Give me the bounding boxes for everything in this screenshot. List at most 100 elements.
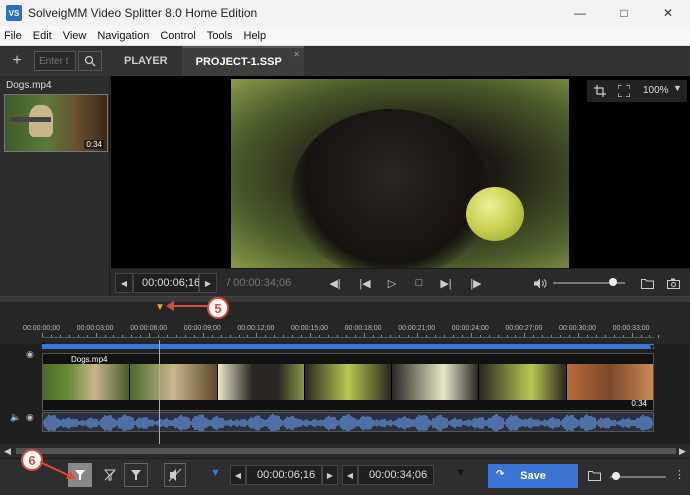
prev-frame-button[interactable]: |◀ bbox=[356, 275, 374, 291]
media-file-name: Dogs.mp4 bbox=[6, 80, 52, 91]
timeline-tracks: ▼ ▼ ◉ Dogs.mp4 0:34 🔈 ◉ ◀ ▶ bbox=[0, 340, 690, 458]
selection-end-marker-icon[interactable]: ▼ bbox=[648, 343, 656, 352]
remove-marker-button[interactable] bbox=[98, 463, 122, 487]
title-bar: VS SolveigMM Video Splitter 8.0 Home Edi… bbox=[0, 0, 690, 26]
more-options-icon[interactable]: ⋮ bbox=[674, 468, 685, 481]
video-frame[interactable] bbox=[231, 79, 569, 268]
audio-track-speaker-icon[interactable]: 🔈 bbox=[10, 412, 21, 423]
time-next-button[interactable]: ▶ bbox=[199, 273, 217, 293]
play-button[interactable]: ▷ bbox=[383, 275, 401, 291]
triangle-left-icon: ◀ bbox=[120, 278, 128, 288]
thumb-1 bbox=[43, 364, 131, 400]
marker-options-button[interactable] bbox=[124, 463, 148, 487]
timeline-hscroll[interactable]: ◀ ▶ bbox=[0, 444, 690, 458]
next-frame-button[interactable]: ▶| bbox=[437, 275, 455, 291]
save-button[interactable]: ↷ Save bbox=[488, 464, 578, 488]
next-keyframe-button[interactable]: |▶ bbox=[467, 275, 485, 291]
player-controls: ◀ 00:00:06;16 ▶ / 00:00:34;06 ◀| |◀ ▷ □ … bbox=[111, 268, 690, 296]
scroll-left-icon[interactable]: ◀ bbox=[4, 446, 11, 457]
close-button[interactable]: ✕ bbox=[646, 0, 690, 26]
tab-project[interactable]: PROJECT-1.SSP ✕ bbox=[181, 46, 304, 76]
search-input[interactable] bbox=[34, 51, 76, 71]
marker-options-icon bbox=[131, 470, 141, 480]
start-marker-icon: ▼ bbox=[210, 467, 221, 479]
annotation-badge-5: 5 bbox=[207, 297, 229, 319]
fullscreen-icon bbox=[618, 85, 630, 97]
ruler-tick-label: 00:00:24;00 bbox=[451, 325, 489, 332]
volume-button[interactable] bbox=[531, 275, 549, 291]
menu-control[interactable]: Control bbox=[160, 30, 195, 42]
tab-player[interactable]: PLAYER bbox=[110, 46, 182, 76]
ruler-tick-label: 00:00:03;00 bbox=[76, 325, 114, 332]
selection-range-bar[interactable] bbox=[42, 344, 654, 349]
next-keyframe-icon: |▶ bbox=[470, 277, 482, 290]
video-track[interactable]: Dogs.mp4 0:34 bbox=[42, 353, 654, 411]
close-tab-icon[interactable]: ✕ bbox=[293, 50, 300, 59]
timeline-ruler[interactable]: 00:00:00;00 00:00:03;00 00:00:06;00 00:00:0… bbox=[0, 296, 690, 348]
time-prev-button[interactable]: ◀ bbox=[115, 273, 133, 293]
hscroll-thumb[interactable] bbox=[16, 448, 676, 454]
bottom-toolbar: ▼ ◀ 00:00:06;16 ▶ ◀ 00:00:34;06 ▼ ↷ Save… bbox=[0, 458, 690, 495]
ruler-tick-mark bbox=[658, 335, 660, 338]
camera-icon bbox=[666, 278, 680, 289]
window-title: SolveigMM Video Splitter 8.0 Home Editio… bbox=[28, 6, 258, 20]
prev-keyframe-button[interactable]: ◀| bbox=[326, 275, 344, 291]
video-track-eye-icon[interactable]: ◉ bbox=[26, 349, 34, 360]
save-label: Save bbox=[520, 470, 546, 482]
menu-tools[interactable]: Tools bbox=[207, 30, 233, 42]
media-panel: Dogs.mp4 0:34 bbox=[0, 76, 110, 296]
end-time-display[interactable]: 00:00:34;06 bbox=[358, 465, 434, 485]
ruler-tick-label: 00:00:33;00 bbox=[612, 325, 650, 332]
audio-track-eye-icon[interactable]: ◉ bbox=[26, 412, 34, 423]
minimize-button[interactable]: — bbox=[558, 0, 602, 26]
media-thumbnail[interactable]: 0:34 bbox=[4, 94, 108, 152]
ruler-tick-label: 00:00:00;00 bbox=[23, 325, 60, 332]
start-time-display[interactable]: 00:00:06;16 bbox=[246, 465, 322, 485]
menu-edit[interactable]: Edit bbox=[33, 30, 52, 42]
volume-thumb[interactable] bbox=[609, 278, 618, 286]
stop-button[interactable]: □ bbox=[410, 275, 428, 291]
start-time-next-button[interactable]: ▶ bbox=[322, 465, 338, 485]
fullscreen-button[interactable] bbox=[613, 82, 635, 100]
add-file-button[interactable]: + bbox=[6, 51, 28, 71]
open-folder-button[interactable] bbox=[638, 275, 656, 291]
mute-fragment-icon bbox=[169, 468, 181, 482]
mute-fragment-button[interactable] bbox=[164, 463, 186, 487]
snapshot-button[interactable] bbox=[664, 275, 682, 291]
zoom-thumb[interactable] bbox=[611, 472, 620, 480]
ruler-tick-label: 00:00:12;00 bbox=[237, 325, 275, 332]
zoom-dropdown-icon[interactable]: ▼ bbox=[673, 83, 682, 93]
thumb-3 bbox=[217, 364, 305, 400]
end-time-prev-button[interactable]: ◀ bbox=[342, 465, 358, 485]
audio-waveform bbox=[43, 413, 653, 431]
scroll-right-icon[interactable]: ▶ bbox=[679, 446, 686, 457]
search-icon bbox=[84, 55, 96, 67]
crop-button[interactable] bbox=[589, 82, 611, 100]
output-folder-button[interactable] bbox=[586, 467, 602, 483]
ruler-tick-label: 00:00:09;00 bbox=[183, 325, 221, 332]
zoom-level[interactable]: 100% bbox=[643, 85, 669, 96]
maximize-button[interactable]: □ bbox=[602, 0, 646, 26]
playhead-line[interactable] bbox=[159, 340, 160, 444]
menu-bar: File Edit View Navigation Control Tools … bbox=[0, 26, 690, 46]
menu-navigation[interactable]: Navigation bbox=[97, 30, 149, 42]
timeline-zoom-slider[interactable] bbox=[610, 472, 666, 480]
triangle-right-icon: ▶ bbox=[204, 278, 212, 288]
menu-view[interactable]: View bbox=[63, 30, 87, 42]
folder-icon bbox=[587, 470, 601, 481]
ruler-tick-label: 00:00:30;00 bbox=[559, 325, 596, 332]
ruler-tick-label: 00:00:15;00 bbox=[291, 325, 328, 332]
search-button[interactable] bbox=[78, 51, 102, 71]
triangle-right-icon: ▶ bbox=[326, 470, 334, 480]
plus-icon: + bbox=[12, 52, 22, 69]
next-frame-icon: ▶| bbox=[440, 277, 452, 290]
current-time-display[interactable]: 00:00:06;16 bbox=[133, 273, 200, 293]
clip-name: Dogs.mp4 bbox=[71, 355, 108, 364]
ruler-baseline bbox=[42, 337, 654, 338]
volume-slider[interactable] bbox=[553, 278, 625, 286]
menu-help[interactable]: Help bbox=[244, 30, 267, 42]
audio-track[interactable] bbox=[42, 412, 654, 432]
minimize-icon: — bbox=[574, 6, 586, 20]
start-time-prev-button[interactable]: ◀ bbox=[230, 465, 246, 485]
menu-file[interactable]: File bbox=[4, 30, 22, 42]
